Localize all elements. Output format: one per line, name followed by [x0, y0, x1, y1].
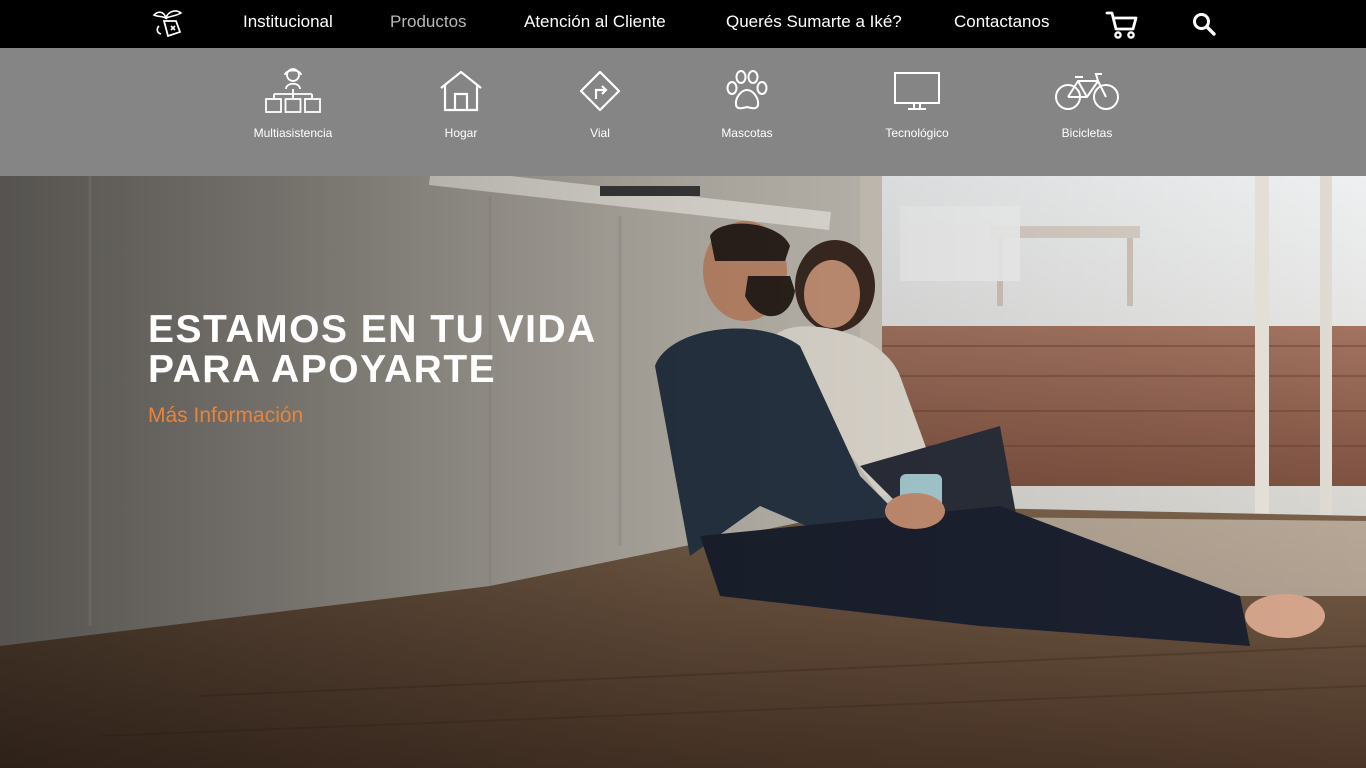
product-label: Bicicletas	[1061, 126, 1113, 140]
hero-headline: ESTAMOS EN TU VIDA PARA APOYARTE	[148, 310, 597, 390]
product-tecnologico[interactable]: Tecnológico	[852, 66, 982, 140]
product-label: Mascotas	[721, 126, 773, 140]
paw-icon	[726, 70, 768, 110]
search-icon[interactable]	[1191, 11, 1217, 37]
bicycle-icon	[1055, 73, 1119, 110]
nav-contactanos[interactable]: Contactanos	[954, 12, 1049, 32]
products-menu-bar: Multiasistencia Hogar Vial Mascotas Tecn…	[0, 48, 1366, 176]
road-sign-icon	[579, 70, 621, 112]
hero-headline-line1: ESTAMOS EN TU VIDA	[148, 308, 597, 351]
house-icon	[440, 70, 482, 112]
product-label: Vial	[590, 126, 610, 140]
nav-atencion-al-cliente[interactable]: Atención al Cliente	[524, 12, 666, 32]
product-mascotas[interactable]: Mascotas	[682, 66, 812, 140]
product-label: Multiasistencia	[253, 126, 333, 140]
hero-banner: ESTAMOS EN TU VIDA PARA APOYARTE Más Inf…	[0, 176, 1366, 768]
hero-photo-couple-on-floor	[0, 176, 1366, 768]
top-navigation-bar: Institucional Productos Atención al Clie…	[0, 0, 1366, 48]
product-multiasistencia[interactable]: Multiasistencia	[228, 66, 358, 140]
shopping-cart-icon[interactable]	[1104, 8, 1140, 40]
product-label: Tecnológico	[885, 126, 949, 140]
product-hogar[interactable]: Hogar	[396, 66, 526, 140]
nav-institucional[interactable]: Institucional	[243, 12, 333, 32]
product-label: Hogar	[444, 126, 478, 140]
mas-informacion-link[interactable]: Más Información	[148, 404, 303, 428]
nav-productos[interactable]: Productos	[390, 12, 467, 32]
hero-headline-line2: PARA APOYARTE	[148, 348, 497, 391]
product-bicicletas[interactable]: Bicicletas	[1022, 66, 1152, 140]
multiassistance-icon	[265, 68, 321, 113]
product-vial[interactable]: Vial	[535, 66, 665, 140]
ike-logo-icon[interactable]	[150, 7, 186, 39]
monitor-icon	[894, 72, 940, 110]
nav-queres-sumarte[interactable]: Querés Sumarte a Iké?	[726, 12, 902, 32]
